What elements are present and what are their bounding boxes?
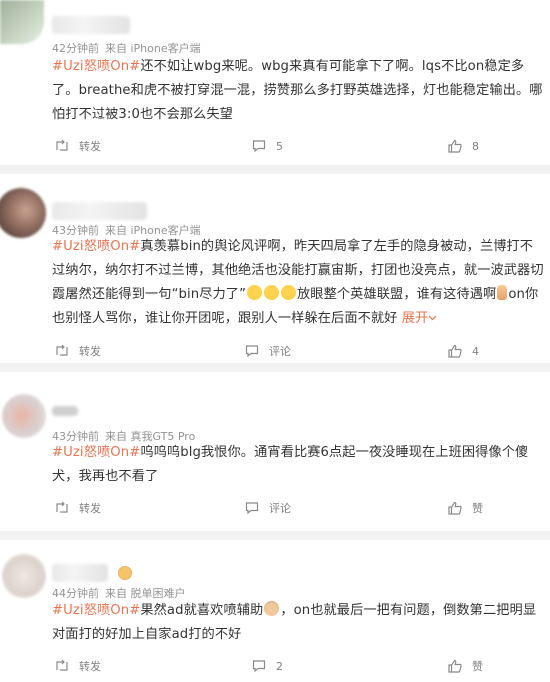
comment-label: 评论: [269, 502, 291, 515]
action-bar: 转发 2 赞: [0, 656, 550, 676]
card-gap: [0, 364, 550, 372]
like-label: 赞: [472, 660, 483, 673]
card-gap: [0, 532, 550, 540]
repost-icon: [56, 139, 68, 151]
expand-link[interactable]: 展开: [402, 311, 438, 326]
comment-card: 43分钟前 来自 真我GT5 Pro #Uzi怒喷On#呜呜呜blg我恨你。通宵看…: [0, 372, 550, 532]
comment-icon: [245, 345, 259, 358]
like-count: 8: [472, 139, 479, 153]
repost-icon: [56, 501, 68, 513]
comment-card: 43分钟前 来自 iPhone客户端 #Uzi怒喷On#真羡慕bin的舆论风评啊，…: [0, 174, 550, 364]
repost-button[interactable]: 转发: [55, 136, 101, 156]
repost-label: 转发: [79, 345, 101, 358]
comment-card: 44分钟前 来自 脱单困难户 #Uzi怒喷On#果然ad就喜欢喷辅助 ，on也就最后…: [0, 540, 550, 682]
username-blurred[interactable]: [52, 406, 78, 416]
topic-tag[interactable]: #Uzi怒喷On#: [52, 239, 140, 254]
repost-icon: [56, 659, 68, 671]
thumbs-up-icon: [448, 659, 462, 673]
comment-button[interactable]: 评论: [245, 341, 291, 361]
like-button[interactable]: 赞: [448, 656, 483, 676]
source-label: 来自 iPhone客户端: [105, 42, 201, 55]
thumbs-up-icon: [448, 139, 462, 153]
card-gap: [0, 166, 550, 174]
comment-icon: [252, 660, 266, 673]
repost-button[interactable]: 转发: [55, 498, 101, 518]
repost-button[interactable]: 转发: [55, 656, 101, 676]
topic-tag[interactable]: #Uzi怒喷On#: [52, 445, 140, 460]
comment-body: 果然ad就喜欢喷辅助: [140, 603, 264, 618]
thumbs-up-icon: [448, 501, 462, 515]
chevron-down-icon: [428, 315, 437, 321]
expand-label: 展开: [401, 311, 429, 326]
username-blurred[interactable]: [52, 564, 108, 582]
avatar[interactable]: [2, 554, 46, 598]
comment-label: 评论: [269, 345, 291, 358]
thumbs-up-icon: [448, 344, 462, 358]
avatar[interactable]: [0, 188, 46, 238]
repost-label: 转发: [79, 140, 101, 153]
comment-feed: 42分钟前 来自 iPhone客户端 #Uzi怒喷On#还不如让wbg来呢。wbg…: [0, 0, 550, 682]
comment-text: #Uzi怒喷On#真羡慕bin的舆论风评啊，昨天四局拿了左手的隐身被动，兰博打不…: [52, 235, 544, 331]
like-button[interactable]: 8: [448, 136, 479, 156]
avatar[interactable]: [2, 394, 46, 438]
timestamp: 42分钟前: [52, 42, 99, 55]
comment-text: #Uzi怒喷On#果然ad就喜欢喷辅助 ，on也就最后一把有问题，倒数第二把明显对…: [52, 599, 544, 647]
crying-face-emoji-icon: [281, 285, 297, 300]
comment-text: #Uzi怒喷On#还不如让wbg来呢。wbg来真有可能拿下了啊。lqs不比on稳…: [52, 55, 544, 127]
action-bar: 转发 评论 4: [0, 341, 550, 361]
comment-card: 42分钟前 来自 iPhone客户端 #Uzi怒喷On#还不如让wbg来呢。wbg…: [0, 0, 550, 166]
repost-label: 转发: [79, 502, 101, 515]
comment-count: 2: [276, 659, 283, 673]
like-count: 4: [472, 344, 479, 358]
comment-button[interactable]: 2: [252, 656, 283, 676]
comment-count: 5: [276, 139, 283, 153]
like-button[interactable]: 赞: [448, 498, 483, 518]
comment-text: #Uzi怒喷On#呜呜呜blg我恨你。通宵看比赛6点起一夜没睡现在上班困得像个傻…: [52, 441, 544, 489]
like-button[interactable]: 4: [448, 341, 479, 361]
topic-tag[interactable]: #Uzi怒喷On#: [52, 59, 140, 74]
comment-button[interactable]: 评论: [245, 498, 291, 518]
comment-body-cont: 放眼整个英雄联盟，谁有这待遇啊: [297, 287, 497, 302]
repost-icon: [56, 344, 68, 356]
avatar[interactable]: [0, 0, 44, 44]
comment-icon: [252, 140, 266, 153]
action-bar: 转发 5 8: [0, 136, 550, 156]
username-blurred[interactable]: [52, 16, 130, 34]
comment-meta: 42分钟前 来自 iPhone客户端: [52, 40, 207, 56]
action-bar: 转发 评论 赞: [0, 498, 550, 518]
comment-icon: [245, 502, 259, 515]
topic-tag[interactable]: #Uzi怒喷On#: [52, 603, 140, 618]
username-blurred[interactable]: [52, 202, 147, 220]
comment-button[interactable]: 5: [252, 136, 283, 156]
like-label: 赞: [472, 502, 483, 515]
thumbs-up-emoji-icon: [497, 285, 508, 300]
crying-face-emoji-icon: [264, 285, 280, 300]
repost-button[interactable]: 转发: [55, 341, 101, 361]
dog-face-emoji-icon: [264, 601, 280, 616]
repost-label: 转发: [79, 660, 101, 673]
user-badge-icon: [118, 566, 132, 580]
crying-face-emoji-icon: [247, 285, 263, 300]
